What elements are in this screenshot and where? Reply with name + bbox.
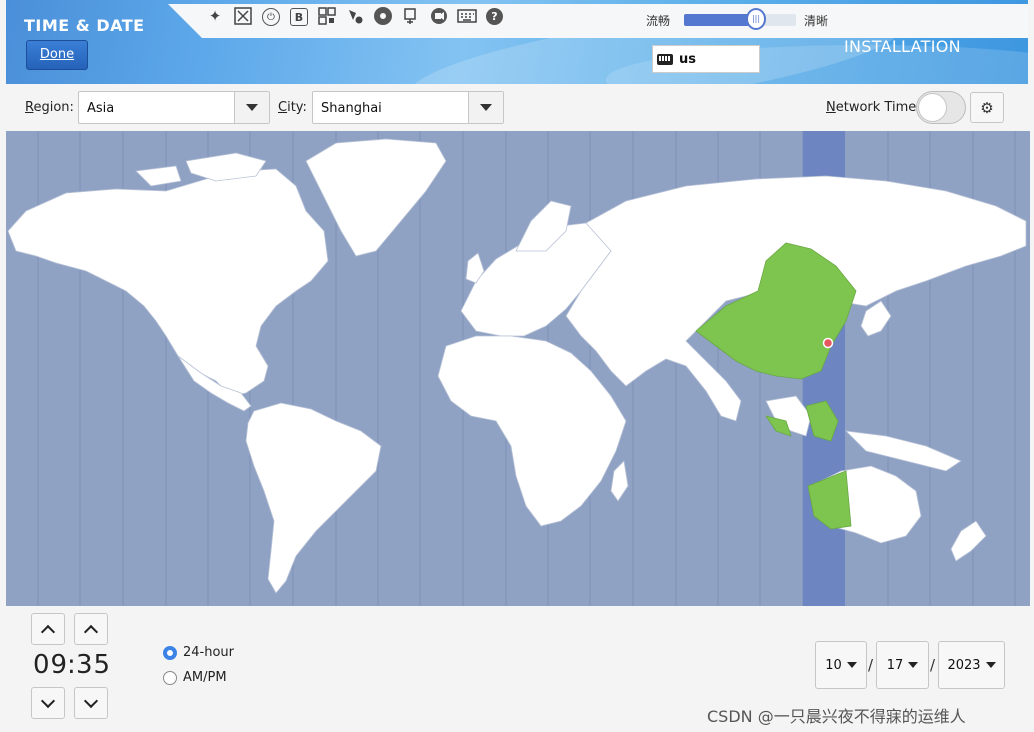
help-icon[interactable]: ? bbox=[486, 8, 503, 25]
watermark-text: CSDN @一只晨兴夜不得寐的运维人 bbox=[707, 707, 966, 726]
chevron-down-icon[interactable] bbox=[468, 92, 503, 123]
radio-selected-icon bbox=[163, 645, 177, 660]
radio-unselected-icon bbox=[163, 670, 177, 685]
network-time-settings-button[interactable]: ⚙ bbox=[970, 92, 1004, 123]
paint-icon[interactable] bbox=[345, 6, 365, 26]
done-button[interactable]: Done bbox=[26, 40, 88, 70]
quality-slider-fill bbox=[684, 14, 749, 26]
hour-down-button[interactable] bbox=[31, 687, 65, 719]
power-icon[interactable]: ⏻ bbox=[262, 8, 280, 26]
network-time-label: Network Time bbox=[826, 100, 917, 115]
record-icon[interactable] bbox=[429, 6, 449, 26]
quality-slider[interactable] bbox=[684, 14, 796, 26]
city-value: Shanghai bbox=[321, 101, 382, 116]
day-value: 17 bbox=[886, 657, 904, 673]
date-separator: / bbox=[868, 656, 874, 674]
disc-icon[interactable] bbox=[374, 7, 392, 25]
year-dropdown[interactable]: 2023 bbox=[938, 641, 1005, 689]
toggle-knob bbox=[918, 93, 947, 122]
format-24h-label: 24-hour bbox=[183, 645, 235, 660]
day-dropdown[interactable]: 17 bbox=[876, 641, 929, 689]
keyboard-icon[interactable] bbox=[457, 6, 477, 26]
chevron-down-icon bbox=[908, 662, 919, 668]
chevron-down-icon bbox=[40, 693, 56, 708]
chevron-down-icon bbox=[985, 662, 996, 668]
date-separator: / bbox=[930, 656, 936, 674]
keyboard-layout-label: us bbox=[679, 51, 696, 67]
keyboard-icon bbox=[657, 53, 673, 65]
chevron-down-icon[interactable] bbox=[234, 92, 269, 123]
city-pin-icon bbox=[822, 337, 834, 349]
chevron-up-icon bbox=[83, 624, 99, 639]
hours-display: 09 bbox=[33, 650, 69, 680]
format-ampm-radio[interactable]: AM/PM bbox=[163, 670, 227, 685]
city-label: City: bbox=[278, 100, 307, 115]
format-ampm-label: AM/PM bbox=[183, 670, 227, 685]
quality-slider-knob[interactable]: ||| bbox=[746, 8, 766, 30]
slider-left-label: 流畅 bbox=[646, 14, 671, 28]
minute-down-button[interactable] bbox=[74, 687, 108, 719]
city-combobox[interactable]: Shanghai bbox=[312, 91, 504, 124]
network-time-toggle[interactable] bbox=[916, 91, 966, 124]
qr-scan-icon[interactable] bbox=[317, 6, 337, 26]
month-dropdown[interactable]: 10 bbox=[815, 641, 867, 689]
timezone-map[interactable] bbox=[6, 131, 1030, 606]
gear-icon: ⚙ bbox=[980, 98, 994, 117]
world-map[interactable] bbox=[6, 131, 1030, 606]
fullscreen-icon[interactable] bbox=[233, 6, 253, 26]
month-value: 10 bbox=[825, 657, 842, 673]
region-value: Asia bbox=[87, 101, 115, 116]
minute-up-button[interactable] bbox=[74, 613, 108, 645]
hour-up-button[interactable] bbox=[31, 613, 65, 645]
minutes-display: 35 bbox=[76, 650, 112, 680]
format-24h-radio[interactable]: 24-hour bbox=[163, 645, 234, 660]
chevron-down-icon bbox=[83, 693, 99, 708]
slider-right-label: 清晰 bbox=[804, 14, 829, 28]
pin-icon[interactable]: ✦ bbox=[205, 6, 225, 26]
region-label: Region: bbox=[25, 100, 74, 115]
chevron-up-icon bbox=[40, 624, 56, 639]
chevron-down-icon bbox=[846, 662, 857, 668]
year-value: 2023 bbox=[947, 657, 981, 673]
bold-b-icon[interactable]: B bbox=[290, 8, 308, 26]
keyboard-layout-indicator[interactable]: us bbox=[652, 45, 760, 73]
region-combobox[interactable]: Asia bbox=[78, 91, 270, 124]
usb-icon[interactable] bbox=[401, 6, 421, 26]
page-title: TIME & DATE bbox=[24, 16, 145, 35]
